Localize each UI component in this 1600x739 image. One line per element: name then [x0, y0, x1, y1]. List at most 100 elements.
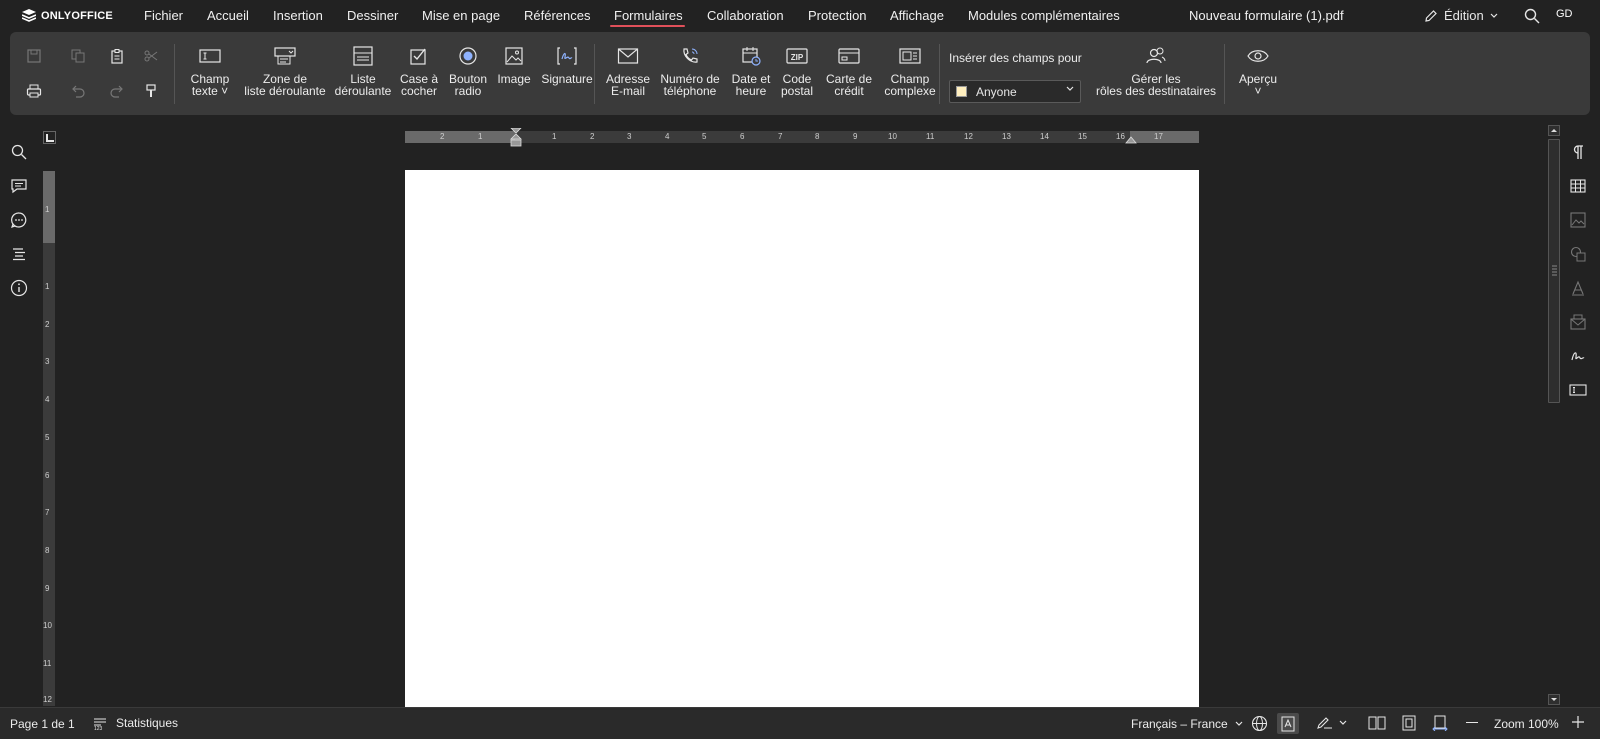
vertical-scrollbar[interactable]: [1548, 125, 1560, 705]
user-avatar[interactable]: GD: [1556, 8, 1573, 20]
ruler-number: 9: [45, 584, 50, 593]
phone-label-2: téléphone: [663, 84, 717, 98]
paragraph-settings-button[interactable]: [1568, 142, 1588, 162]
chat-button[interactable]: [9, 210, 29, 230]
comment-icon: [11, 179, 27, 194]
menu-affichage[interactable]: Affichage: [890, 8, 944, 23]
combo-box-button[interactable]: Zone de liste déroulante: [242, 44, 328, 97]
redo-button[interactable]: [105, 79, 129, 103]
cut-button[interactable]: [139, 44, 163, 68]
text-field-button[interactable]: Champ texte ˅: [184, 44, 236, 97]
menu-mise-en-page[interactable]: Mise en page: [422, 8, 500, 23]
menu-references[interactable]: Références: [524, 8, 590, 23]
language-select[interactable]: Français – France: [1131, 717, 1243, 731]
spell-check-icon: [1281, 716, 1295, 731]
signature-settings-button[interactable]: [1568, 346, 1588, 366]
radio-button-button[interactable]: Bouton radio: [444, 44, 492, 97]
manage-roles-button[interactable]: Gérer les rôles des destinataires: [1094, 44, 1218, 97]
page-info[interactable]: Page 1 de 1: [10, 717, 75, 731]
text-art-settings-button[interactable]: [1568, 278, 1588, 298]
scrollbar-thumb[interactable]: [1548, 139, 1560, 403]
signature-field-button[interactable]: Signature: [538, 44, 596, 85]
document-title: Nouveau formulaire (1).pdf: [1189, 8, 1344, 23]
undo-button[interactable]: [66, 79, 90, 103]
top-menu-bar: ONLYOFFICE Fichier Accueil Insertion Des…: [0, 0, 1600, 32]
scroll-down-icon[interactable]: [1548, 694, 1560, 705]
radio-label-2: radio: [454, 84, 482, 98]
complex-field-button[interactable]: Champ complexe: [880, 44, 940, 97]
status-bar: Page 1 de 1 123 Statistiques Français – …: [0, 707, 1600, 739]
fit-width-button[interactable]: [1432, 715, 1448, 731]
search-icon: [11, 144, 27, 160]
phone-field-button[interactable]: Numéro de téléphone: [658, 44, 722, 97]
copy-button[interactable]: [66, 44, 90, 68]
role-color-swatch: [956, 86, 967, 97]
menu-dessiner[interactable]: Dessiner: [347, 8, 398, 23]
clipboard-icon: [111, 49, 123, 64]
users-icon: [1146, 47, 1166, 64]
table-settings-button[interactable]: [1568, 176, 1588, 196]
pencil-icon: [1425, 9, 1437, 22]
checkbox-button[interactable]: Case à cocher: [396, 44, 442, 97]
track-changes-button[interactable]: [1316, 716, 1347, 730]
fit-page-button[interactable]: [1402, 715, 1416, 731]
left-search-button[interactable]: [9, 142, 29, 162]
zoom-in-button[interactable]: [1572, 716, 1584, 728]
shape-settings-button[interactable]: [1568, 244, 1588, 264]
credit-card-label-2: crédit: [834, 84, 864, 98]
paste-button[interactable]: [105, 44, 129, 68]
format-painter-button[interactable]: [139, 79, 163, 103]
fit-page-icon: [1402, 715, 1416, 731]
image-icon: [1570, 212, 1586, 228]
menu-modules[interactable]: Modules complémentaires: [968, 8, 1120, 23]
scroll-up-icon[interactable]: [1548, 125, 1560, 136]
role-select[interactable]: Anyone: [949, 80, 1081, 103]
menu-formulaires[interactable]: Formulaires: [614, 8, 683, 23]
spell-check-button[interactable]: [1277, 713, 1299, 734]
statistics-button[interactable]: 123 Statistiques: [93, 716, 178, 730]
navigation-button[interactable]: [9, 244, 29, 264]
svg-text:ZIP: ZIP: [791, 53, 804, 62]
comments-button[interactable]: [9, 176, 29, 196]
dropdown-button[interactable]: Liste déroulante: [333, 44, 393, 97]
document-page[interactable]: [405, 170, 1199, 710]
save-button[interactable]: [22, 44, 46, 68]
image-field-button[interactable]: Image: [494, 44, 534, 85]
ruler-number: 7: [778, 132, 783, 141]
two-pages-icon: [1368, 716, 1386, 730]
undo-icon: [72, 85, 85, 98]
tab-stop-selector[interactable]: [43, 131, 56, 144]
email-field-button[interactable]: Adresse E-mail: [604, 44, 652, 97]
zoom-out-button[interactable]: [1466, 722, 1478, 723]
image-settings-button[interactable]: [1568, 210, 1588, 230]
ruler-number: 2: [45, 320, 50, 329]
horizontal-ruler[interactable]: 2 1 1 2 3 4 5 6 7 8 9 10 11 12 13 14 15 …: [405, 128, 1199, 147]
multipage-view-button[interactable]: [1368, 716, 1386, 730]
indent-marker-icon[interactable]: [510, 128, 522, 150]
menu-accueil[interactable]: Accueil: [207, 8, 249, 23]
vertical-ruler[interactable]: 1 1 2 3 4 5 6 7 8 9 10 11 12: [43, 171, 55, 706]
ruler-number: 12: [43, 695, 52, 704]
menu-collaboration[interactable]: Collaboration: [707, 8, 784, 23]
form-settings-button[interactable]: [1568, 380, 1588, 400]
credit-card-field-button[interactable]: Carte de crédit: [822, 44, 876, 97]
print-button[interactable]: [22, 79, 46, 103]
zip-field-button[interactable]: ZIP Code postal: [776, 44, 818, 97]
preview-button[interactable]: Aperçu ˅: [1234, 44, 1282, 97]
menu-protection[interactable]: Protection: [808, 8, 867, 23]
zoom-level[interactable]: Zoom 100%: [1494, 717, 1559, 731]
right-indent-marker-icon[interactable]: [1125, 134, 1137, 144]
checkbox-icon: [410, 48, 426, 65]
grip-icon: [1552, 265, 1557, 276]
document-info-button[interactable]: [9, 278, 29, 298]
menu-insertion[interactable]: Insertion: [273, 8, 323, 23]
datetime-field-button[interactable]: Date et heure: [728, 44, 774, 97]
eye-icon: [1247, 50, 1269, 62]
ruler-text-area: [515, 131, 1130, 143]
menu-fichier[interactable]: Fichier: [144, 8, 183, 23]
edit-mode-button[interactable]: Édition: [1424, 8, 1498, 23]
search-button[interactable]: [1524, 8, 1540, 24]
signature-icon: [557, 47, 577, 65]
mail-merge-button[interactable]: [1568, 312, 1588, 332]
document-language-button[interactable]: [1251, 715, 1268, 732]
